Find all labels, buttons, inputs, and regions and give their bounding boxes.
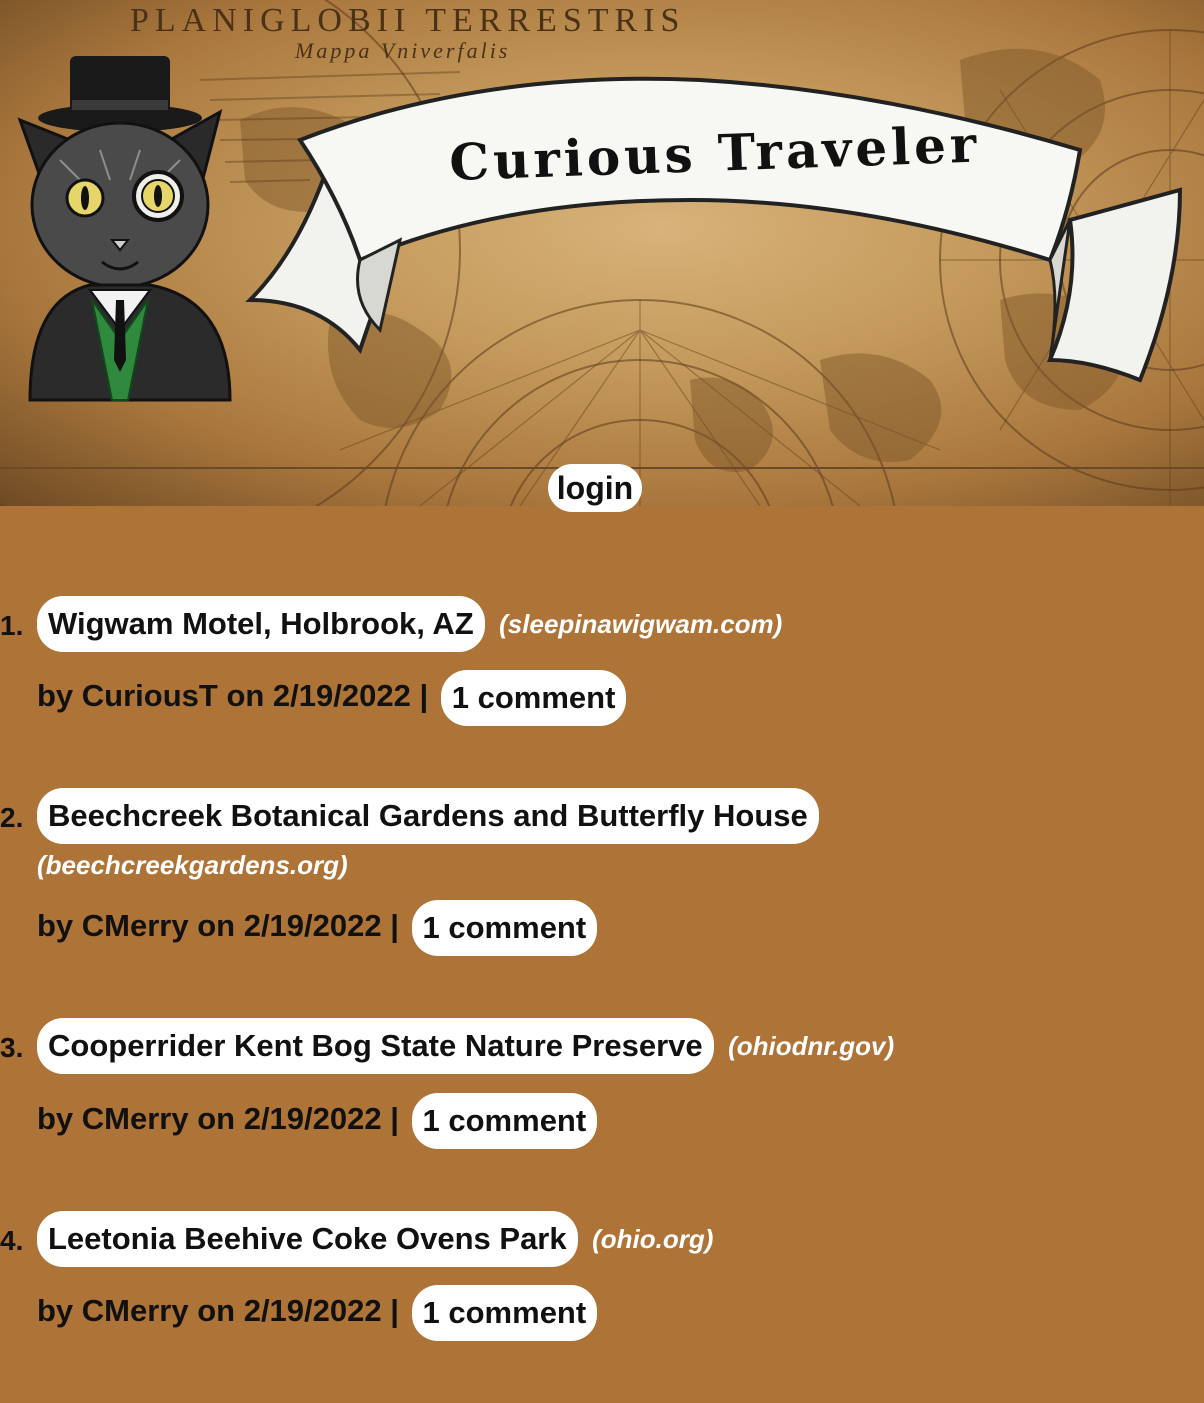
post-list: 1. Wigwam Motel, Holbrook, AZ (sleepinaw…	[0, 596, 1204, 1403]
post-domain-link[interactable]: (ohiodnr.gov)	[728, 1018, 894, 1074]
post-title-link[interactable]: Wigwam Motel, Holbrook, AZ	[37, 596, 485, 652]
post-item: 2. Beechcreek Botanical Gardens and Butt…	[0, 788, 1204, 957]
post-item: 1. Wigwam Motel, Holbrook, AZ (sleepinaw…	[0, 596, 1204, 727]
post-number: 1.	[0, 610, 24, 641]
login-button[interactable]: login	[548, 464, 642, 512]
comments-link[interactable]: 1 comment	[411, 900, 598, 957]
post-title-row: Cooperrider Kent Bog State Nature Preser…	[0, 1018, 1204, 1075]
post-title-row: Leetonia Beehive Coke Ovens Park (ohio.o…	[0, 1210, 1204, 1267]
site-header: Curious Traveler PLANIGLOBII TERRESTRIS …	[0, 0, 1204, 506]
post-domain-link[interactable]: (ohio.org)	[592, 1211, 713, 1267]
post-domain-link[interactable]: (sleepinawigwam.com)	[499, 596, 782, 652]
post-byline: by CMerry on 2/19/2022 |	[37, 908, 399, 944]
post-number: 4.	[0, 1224, 24, 1256]
map-title: PLANIGLOBII TERRESTRIS	[130, 2, 686, 39]
map-subtitle: Mappa Vniverfalis	[295, 38, 511, 63]
post-meta: by CMerry on 2/19/2022 | 1 comment	[0, 1091, 1204, 1149]
world-map-background: Curious Traveler	[0, 0, 1204, 506]
post-byline: by CMerry on 2/19/2022 |	[37, 1100, 399, 1136]
post-byline: by CMerry on 2/19/2022 |	[37, 1292, 399, 1328]
post-title-link[interactable]: Beechcreek Botanical Gardens and Butterf…	[37, 788, 819, 845]
post-title-row: Wigwam Motel, Holbrook, AZ (sleepinawigw…	[0, 596, 1204, 652]
post-title-link[interactable]: Cooperrider Kent Bog State Nature Preser…	[37, 1018, 714, 1075]
post-meta: by CuriousT on 2/19/2022 | 1 comment	[0, 668, 1204, 727]
cat-mascot-illustration	[17, 56, 232, 402]
post-meta: by CMerry on 2/19/2022 | 1 comment	[0, 1283, 1204, 1341]
post-byline: by CuriousT on 2/19/2022 |	[37, 678, 429, 714]
post-meta: by CMerry on 2/19/2022 | 1 comment	[0, 898, 1204, 957]
post-title-row: Beechcreek Botanical Gardens and Butterf…	[0, 788, 1204, 886]
comments-link[interactable]: 1 comment	[411, 1092, 598, 1149]
comments-link[interactable]: 1 comment	[440, 670, 627, 727]
comments-link[interactable]: 1 comment	[411, 1284, 598, 1341]
post-number: 3.	[0, 1032, 24, 1064]
post-domain-link[interactable]: (beechcreekgardens.org)	[37, 844, 1204, 886]
post-title-link[interactable]: Leetonia Beehive Coke Ovens Park	[37, 1210, 578, 1267]
post-item: 4. Leetonia Beehive Coke Ovens Park (ohi…	[0, 1210, 1204, 1341]
post-item: 3. Cooperrider Kent Bog State Nature Pre…	[0, 1018, 1204, 1149]
post-number: 2.	[0, 802, 24, 834]
